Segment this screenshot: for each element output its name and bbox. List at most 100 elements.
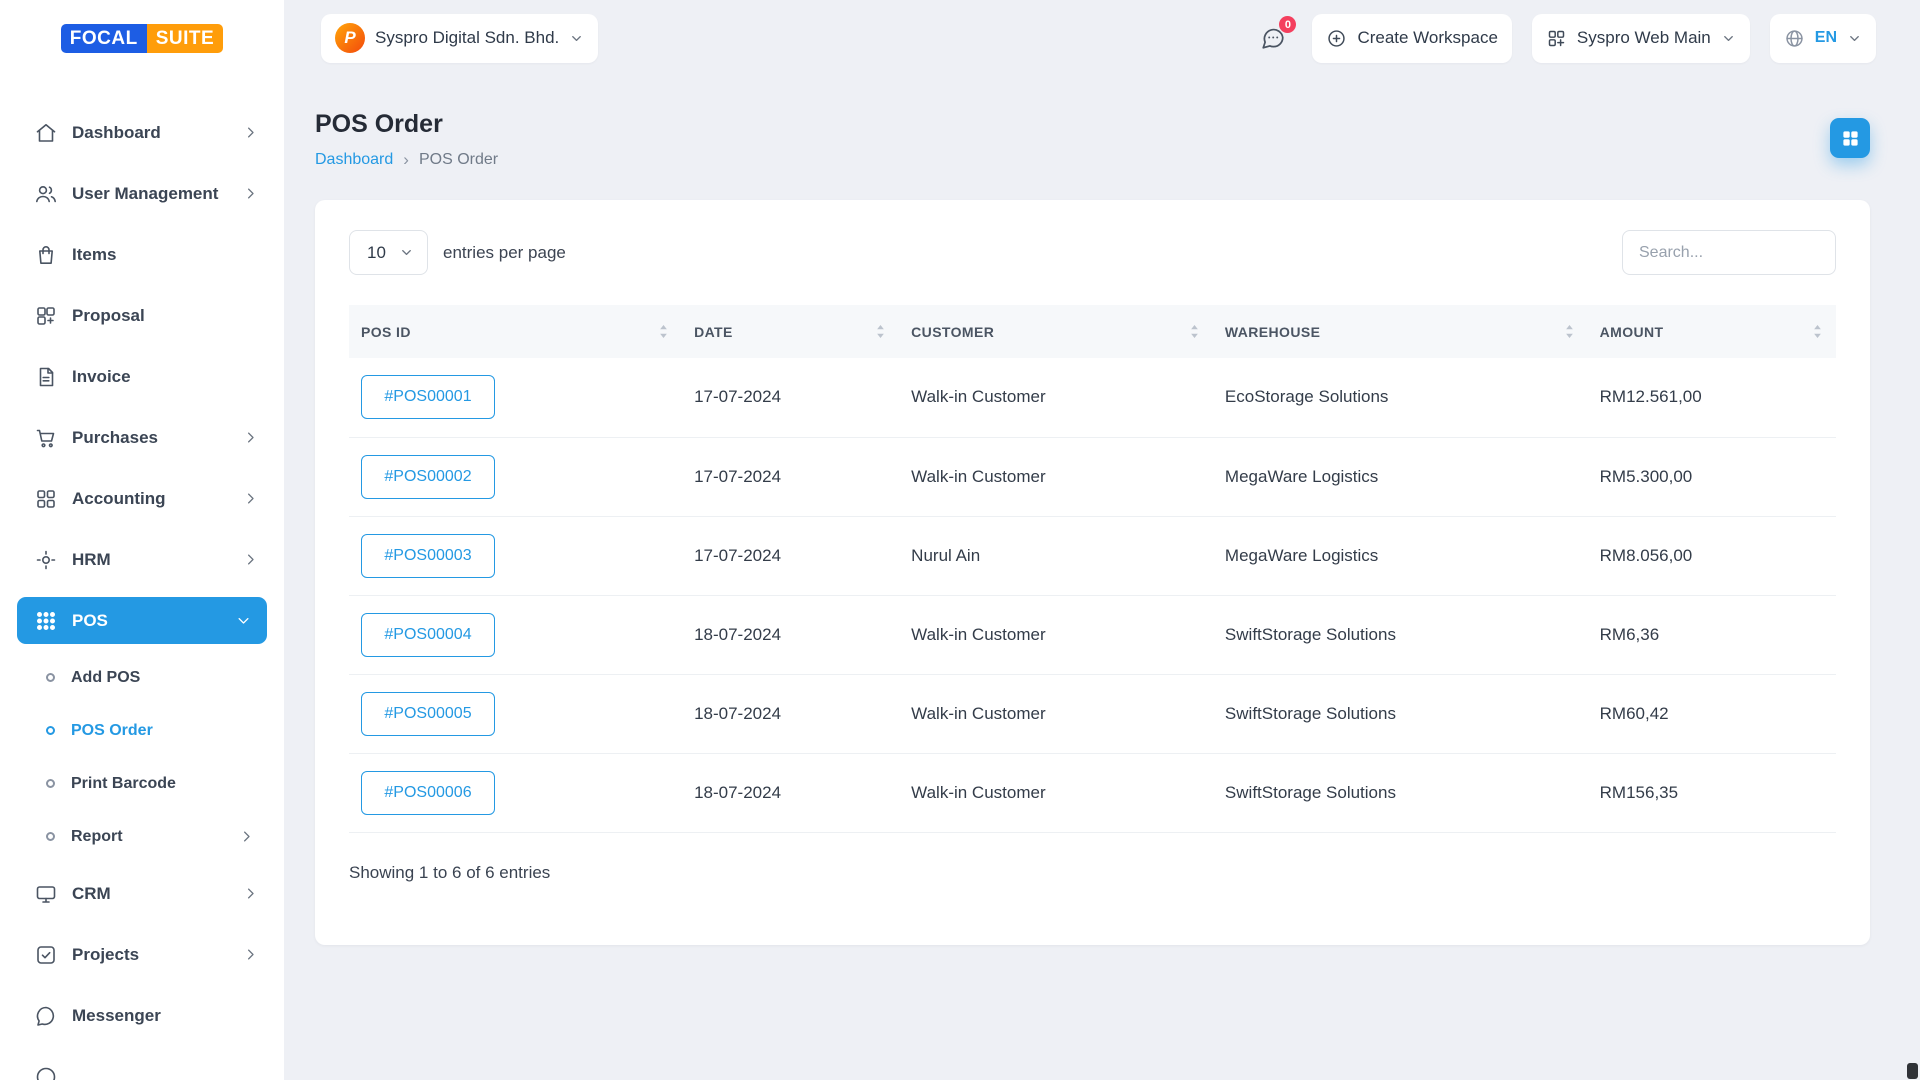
breadcrumb-current: POS Order [419, 151, 498, 169]
cell-date: 18-07-2024 [682, 753, 899, 832]
page-size-select[interactable]: 10 [349, 230, 428, 275]
chat-bubble-icon [34, 1004, 58, 1028]
breadcrumb: Dashboard › POS Order [315, 150, 498, 170]
main-content: POS Order Dashboard › POS Order 10 entri… [284, 0, 1920, 945]
dot-icon [46, 673, 55, 682]
circle-icon [34, 1065, 58, 1080]
cart-icon [34, 426, 58, 450]
company-logo-icon: P [335, 23, 365, 53]
submenu-item-report[interactable]: Report [0, 810, 284, 863]
sidebar-item-proposal[interactable]: Proposal [0, 285, 284, 346]
cell-warehouse: SwiftStorage Solutions [1213, 753, 1588, 832]
shopping-bag-icon [34, 243, 58, 267]
sidebar-item-dashboard[interactable]: Dashboard [0, 102, 284, 163]
grid-view-button[interactable] [1830, 118, 1870, 158]
chevron-down-icon [1721, 31, 1736, 46]
sidebar-item-pos[interactable]: POS [17, 597, 267, 644]
pos-submenu: Add POS POS Order Print Barcode Report [0, 651, 284, 863]
app-logo[interactable]: FOCAL SUITE [61, 24, 223, 53]
sidebar-item-label: CRM [72, 884, 111, 904]
workspace-selector[interactable]: Syspro Web Main [1532, 14, 1750, 63]
sidebar-item-invoice[interactable]: Invoice [0, 346, 284, 407]
cell-customer: Nurul Ain [899, 516, 1213, 595]
pos-id-button[interactable]: #POS00003 [361, 534, 495, 578]
chevron-right-icon [243, 947, 258, 962]
cell-amount: RM6,36 [1588, 595, 1836, 674]
table-row: #POS00001 17-07-2024 Walk-in Customer Ec… [349, 358, 1836, 437]
cell-date: 17-07-2024 [682, 516, 899, 595]
sidebar-item-purchases[interactable]: Purchases [0, 407, 284, 468]
chevron-down-icon [236, 613, 251, 628]
page-size-value: 10 [367, 243, 386, 263]
sort-icon [657, 322, 670, 341]
language-code: EN [1815, 29, 1837, 47]
cell-customer: Walk-in Customer [899, 595, 1213, 674]
messages-button[interactable]: 0 [1254, 19, 1292, 57]
cell-customer: Walk-in Customer [899, 753, 1213, 832]
column-header-date[interactable]: DATE [682, 305, 899, 358]
grid-icon [34, 487, 58, 511]
topbar: P Syspro Digital Sdn. Bhd. 0 Create Work… [284, 0, 1920, 76]
sort-icon [1563, 322, 1576, 341]
sidebar-item-user-management[interactable]: User Management [0, 163, 284, 224]
sidebar-item-hrm[interactable]: HRM [0, 529, 284, 590]
globe-icon [1784, 28, 1805, 49]
search-input[interactable] [1622, 230, 1836, 275]
sidebar-item-label: POS [72, 611, 108, 631]
dots-grid-icon [34, 609, 58, 633]
chevron-right-icon [243, 491, 258, 506]
sidebar-item-crm[interactable]: CRM [0, 863, 284, 924]
submenu-item-add-pos[interactable]: Add POS [0, 651, 284, 704]
sidebar-item-label: Dashboard [72, 123, 161, 143]
sidebar-item-accounting[interactable]: Accounting [0, 468, 284, 529]
create-workspace-label: Create Workspace [1357, 28, 1497, 48]
pos-id-button[interactable]: #POS00004 [361, 613, 495, 657]
column-header-pos-id[interactable]: POS ID [349, 305, 682, 358]
chevron-right-icon [239, 829, 254, 844]
submenu-item-label: Report [71, 828, 123, 846]
workspace-grid-icon [1546, 28, 1567, 49]
pos-id-button[interactable]: #POS00005 [361, 692, 495, 736]
cell-customer: Walk-in Customer [899, 437, 1213, 516]
squares-plus-icon [34, 304, 58, 328]
logo-text-focal: FOCAL [61, 24, 147, 53]
language-selector[interactable]: EN [1770, 14, 1876, 63]
chevron-right-icon [243, 125, 258, 140]
sidebar-item-label: Items [72, 245, 116, 265]
sidebar-item-label: HRM [72, 550, 111, 570]
sidebar-item-items[interactable]: Items [0, 224, 284, 285]
cell-amount: RM156,35 [1588, 753, 1836, 832]
cell-warehouse: SwiftStorage Solutions [1213, 595, 1588, 674]
column-header-customer[interactable]: CUSTOMER [899, 305, 1213, 358]
chevron-down-icon [1847, 31, 1862, 46]
scrollbar-thumb[interactable] [1907, 1063, 1918, 1079]
table-row: #POS00002 17-07-2024 Walk-in Customer Me… [349, 437, 1836, 516]
company-selector[interactable]: P Syspro Digital Sdn. Bhd. [321, 14, 598, 63]
cell-date: 18-07-2024 [682, 674, 899, 753]
pos-table-body: #POS00001 17-07-2024 Walk-in Customer Ec… [349, 358, 1836, 832]
cell-amount: RM12.561,00 [1588, 358, 1836, 437]
sidebar-item-partial[interactable] [0, 1046, 284, 1080]
sidebar-item-projects[interactable]: Projects [0, 924, 284, 985]
submenu-item-pos-order[interactable]: POS Order [0, 704, 284, 757]
table-row: #POS00003 17-07-2024 Nurul Ain MegaWare … [349, 516, 1836, 595]
column-header-warehouse[interactable]: WAREHOUSE [1213, 305, 1588, 358]
submenu-item-print-barcode[interactable]: Print Barcode [0, 757, 284, 810]
document-icon [34, 365, 58, 389]
pos-id-button[interactable]: #POS00006 [361, 771, 495, 815]
create-workspace-button[interactable]: Create Workspace [1312, 14, 1511, 63]
sidebar-menu: Dashboard User Management Items Proposal [0, 76, 284, 1080]
company-name: Syspro Digital Sdn. Bhd. [375, 28, 559, 48]
monitor-icon [34, 882, 58, 906]
breadcrumb-dashboard-link[interactable]: Dashboard [315, 151, 393, 169]
pos-id-button[interactable]: #POS00001 [361, 375, 495, 419]
cell-date: 17-07-2024 [682, 358, 899, 437]
sidebar-item-messenger[interactable]: Messenger [0, 985, 284, 1046]
cell-warehouse: MegaWare Logistics [1213, 437, 1588, 516]
dot-icon [46, 832, 55, 841]
column-header-amount[interactable]: AMOUNT [1588, 305, 1836, 358]
pos-id-button[interactable]: #POS00002 [361, 455, 495, 499]
check-square-icon [34, 943, 58, 967]
dot-icon [46, 779, 55, 788]
chevron-down-icon [399, 245, 414, 260]
